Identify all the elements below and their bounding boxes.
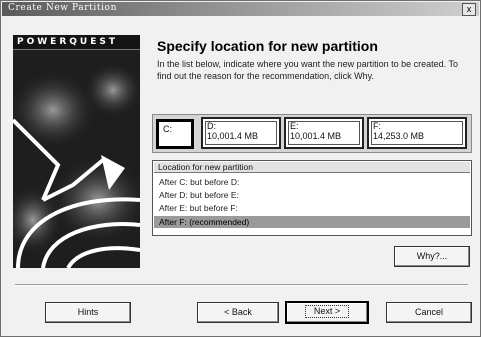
close-button[interactable]: x	[462, 3, 476, 16]
divider	[15, 284, 468, 286]
instructions-text: In the list below, indicate where you wa…	[157, 59, 459, 81]
partition-segment[interactable]: C:	[156, 119, 194, 149]
title-bar[interactable]: Create New Partition x	[2, 2, 479, 16]
page-title: Specify location for new partition	[157, 38, 378, 54]
partition-letter: C:	[163, 124, 172, 134]
list-item-selected[interactable]: After F: (recommended)	[154, 216, 470, 228]
partition-size: 10,001.4 MB	[207, 131, 259, 141]
brand-bar: POWERQUEST	[13, 35, 140, 50]
partition-segment[interactable]: E: 10,001.4 MB	[284, 117, 364, 149]
partition-letter: E:	[290, 121, 299, 131]
partition-size: 10,001.4 MB	[290, 131, 342, 141]
list-item[interactable]: After C: but before D:	[154, 176, 470, 188]
decorative-art-icon	[13, 50, 140, 268]
dialog-window: Create New Partition x POWERQUEST Specif…	[0, 0, 481, 337]
next-button-label: Next >	[304, 305, 350, 318]
partition-size: 14,253.0 MB	[373, 131, 425, 141]
list-item[interactable]: After D: but before E:	[154, 189, 470, 201]
powerquest-artwork: POWERQUEST	[13, 35, 140, 268]
window-title: Create New Partition	[8, 3, 117, 13]
list-item[interactable]: After E: but before F:	[154, 202, 470, 214]
why-button[interactable]: Why?...	[394, 246, 470, 267]
cancel-button[interactable]: Cancel	[386, 302, 472, 323]
hints-button[interactable]: Hints	[45, 302, 131, 323]
partition-segment[interactable]: D: 10,001.4 MB	[201, 117, 281, 149]
partition-map: C: D: 10,001.4 MB E: 10,001.4 MB F: 14,2…	[152, 114, 472, 153]
next-button[interactable]: Next >	[285, 301, 369, 324]
partition-segment[interactable]: F: 14,253.0 MB	[367, 117, 467, 149]
location-list-header: Location for new partition	[154, 162, 470, 173]
partition-letter: F:	[373, 121, 381, 131]
location-list[interactable]: Location for new partition After C: but …	[152, 160, 472, 236]
back-button[interactable]: < Back	[197, 302, 279, 323]
partition-letter: D:	[207, 121, 216, 131]
brand-logo: POWERQUEST	[17, 37, 118, 47]
